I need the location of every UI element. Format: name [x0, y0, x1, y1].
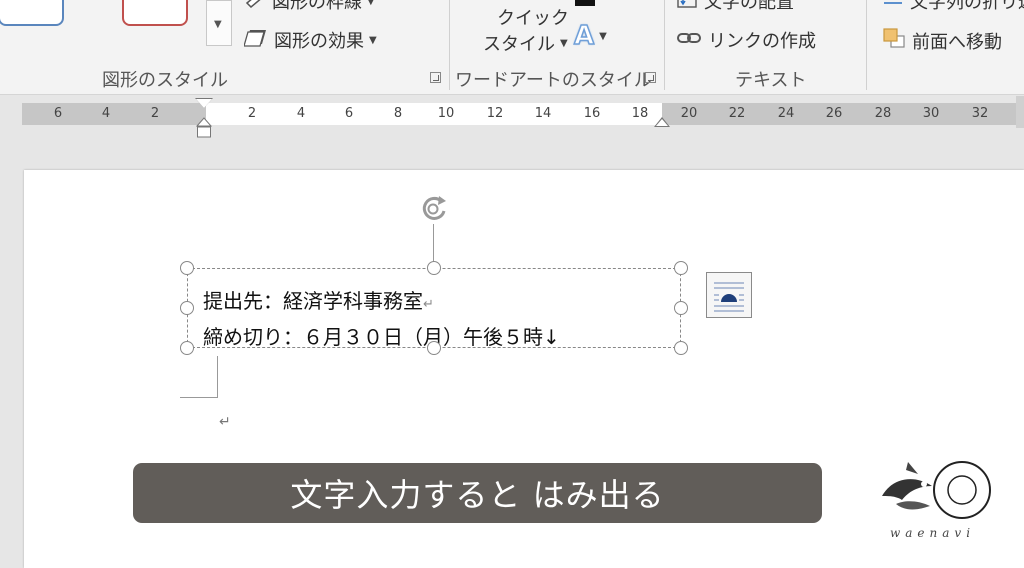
- resize-handle-right[interactable]: [674, 301, 688, 315]
- text-effects-button[interactable]: A ▼: [573, 20, 607, 52]
- text-fill-color-bar[interactable]: [575, 0, 595, 6]
- quick-style-label-line1[interactable]: クイック: [497, 4, 569, 30]
- ruler-tick: 26: [825, 106, 843, 121]
- textbox-line-2-overflow[interactable]: 締め切り：６月３０日（月）午後５時↓: [203, 321, 560, 347]
- chevron-down-icon: ▼: [214, 19, 222, 30]
- ruler-tick: 14: [534, 106, 552, 121]
- ruler-tick: 32: [971, 106, 989, 121]
- resize-handle-bottom[interactable]: [427, 341, 441, 355]
- video-caption: 文字入力すると はみ出る: [133, 463, 822, 523]
- group-separator: [449, 0, 450, 90]
- shape-effects-label: 図形の効果: [274, 31, 364, 52]
- rotate-icon[interactable]: [418, 192, 452, 226]
- first-line-indent-marker[interactable]: [196, 99, 212, 108]
- resize-handle-top-right[interactable]: [674, 261, 688, 275]
- ruler-tick: 28: [874, 106, 892, 121]
- chevron-down-icon: ▼: [599, 30, 607, 42]
- resize-handle-bottom-left[interactable]: [180, 341, 194, 355]
- paragraph-mark: ↵: [219, 414, 231, 430]
- ruler-tick: 20: [680, 106, 698, 121]
- right-indent-marker[interactable]: [654, 117, 670, 127]
- ruler-tick: 4: [296, 106, 306, 121]
- shape-outline-button[interactable]: 図形の枠線 ▼: [244, 0, 375, 14]
- chevron-down-icon: ▼: [367, 0, 375, 7]
- margin-corner-mark: [180, 356, 218, 398]
- link-icon: [676, 29, 702, 52]
- shape-outline-label: 図形の枠線: [272, 0, 362, 13]
- bring-forward-icon: [882, 27, 906, 54]
- ruler-tick: 10: [437, 106, 455, 121]
- ruler-tick: 12: [486, 106, 504, 121]
- resize-handle-left[interactable]: [180, 301, 194, 315]
- ruler-edge: [1016, 96, 1024, 128]
- textbox-line-1-text: 提出先：経済学科事務室: [203, 289, 423, 313]
- logo-text: waenavi: [890, 526, 976, 540]
- text-group-label: テキスト: [735, 70, 807, 91]
- resize-handle-top-left[interactable]: [180, 261, 194, 275]
- ruler-tick: 6: [53, 106, 63, 121]
- align-text-icon: [676, 0, 698, 14]
- shape-styles-group-label: 図形のスタイル: [102, 70, 228, 91]
- textbox-line-1[interactable]: 提出先：経済学科事務室↵: [203, 285, 434, 314]
- resize-handle-top[interactable]: [427, 261, 441, 275]
- ruler-tick: 30: [922, 106, 940, 121]
- resize-handle-bottom-right[interactable]: [674, 341, 688, 355]
- ribbon: ▼ 図形の枠線 ▼ 図形の効果 ▼ 図形のスタイル クイック スタイル ▼ A …: [0, 0, 1024, 95]
- ruler-tick: 2: [247, 106, 257, 121]
- align-text-label: 文字の配置: [704, 0, 794, 13]
- shape-effects-button[interactable]: 図形の効果 ▼: [243, 27, 377, 53]
- ruler-tick: 24: [777, 106, 795, 121]
- wrap-text-button[interactable]: 文字列の折り返し: [882, 0, 1024, 14]
- wordart-styles-group-label: ワードアートのスタイル: [455, 70, 652, 91]
- layout-options-button[interactable]: [706, 272, 752, 318]
- group-separator: [664, 0, 665, 90]
- shape-style-preset-red[interactable]: [122, 0, 188, 26]
- text-box[interactable]: 提出先：経済学科事務室↵ 締め切り：６月３０日（月）午後５時↓: [187, 268, 681, 348]
- align-text-button[interactable]: 文字の配置: [676, 0, 794, 14]
- layout-options-icon: [714, 282, 744, 312]
- create-link-label: リンクの作成: [708, 31, 816, 52]
- left-indent-marker[interactable]: [195, 117, 213, 139]
- pen-icon: [244, 0, 266, 13]
- ruler-tick: 6: [344, 106, 354, 121]
- shape-effects-icon: [243, 28, 268, 53]
- ruler-tick: 8: [393, 106, 403, 121]
- text-effects-icon: A: [573, 20, 595, 52]
- create-link-button[interactable]: リンクの作成: [676, 27, 816, 53]
- chevron-down-icon: ▼: [369, 34, 377, 46]
- ruler-tick: 2: [150, 106, 160, 121]
- shape-style-preset-blue[interactable]: [0, 0, 64, 26]
- bring-forward-label: 前面へ移動: [912, 31, 1002, 53]
- group-separator: [866, 0, 867, 90]
- ruler-tick: 16: [583, 106, 601, 121]
- wordart-styles-launcher-icon[interactable]: [645, 72, 656, 83]
- shape-styles-launcher-icon[interactable]: [430, 72, 441, 83]
- ruler-tick: 4: [101, 106, 111, 121]
- style-gallery-more-button[interactable]: ▼: [206, 0, 232, 46]
- wrap-text-label: 文字列の折り返し: [910, 0, 1024, 13]
- paragraph-mark: ↵: [423, 297, 434, 312]
- ruler-tick: 18: [631, 106, 649, 121]
- ruler-tick: 22: [728, 106, 746, 121]
- quick-style-label-line2: スタイル: [483, 34, 555, 55]
- bring-forward-button[interactable]: 前面へ移動: [882, 27, 1002, 54]
- quick-style-button[interactable]: スタイル ▼: [483, 30, 568, 56]
- wrap-text-icon: [882, 0, 904, 14]
- chevron-down-icon: ▼: [560, 37, 568, 49]
